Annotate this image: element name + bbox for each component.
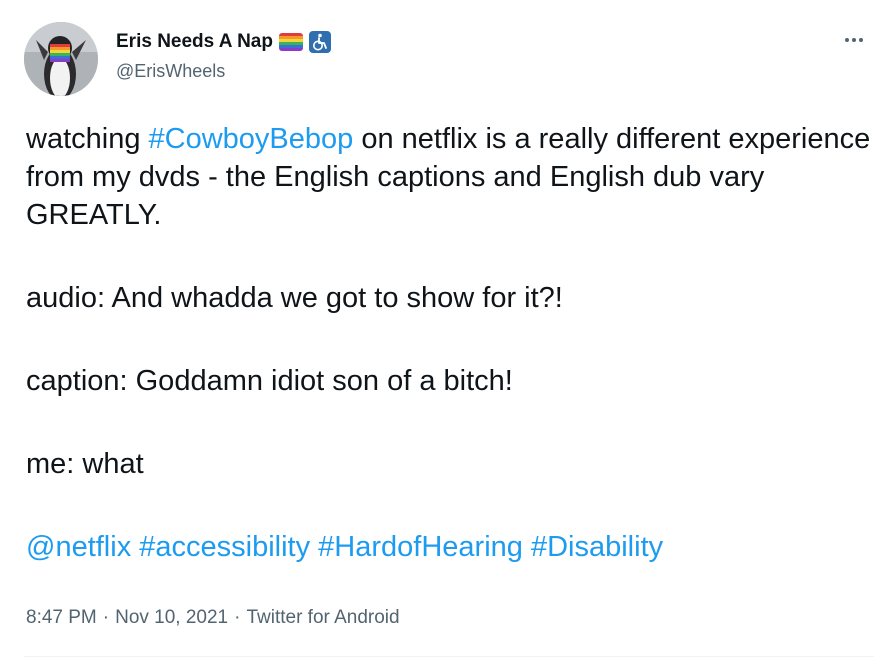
meta-separator: · (102, 607, 110, 628)
hashtag-link-cowboybebop[interactable]: #CowboyBebop (149, 123, 354, 155)
hashtag-link-disability[interactable]: #Disability (531, 531, 663, 563)
mention-link-netflix[interactable]: @netflix (26, 531, 131, 563)
tweet-source[interactable]: Twitter for Android (246, 606, 399, 630)
tweet-time[interactable]: 8:47 PM (26, 606, 97, 630)
tweet-meta: 8:47 PM · Nov 10, 2021 · Twitter for And… (26, 606, 400, 630)
tweet-card: Eris Needs A Nap @ErisWheels watching #C… (0, 0, 894, 662)
intro-text-start: watching (26, 123, 149, 155)
author-display-name[interactable]: Eris Needs A Nap (116, 30, 273, 54)
tweet-paragraph-intro: watching #CowboyBebop on netflix is a re… (26, 120, 876, 234)
wheelchair-icon (308, 31, 331, 53)
author-name-row: Eris Needs A Nap (116, 30, 331, 54)
rainbow-flag-icon (278, 33, 303, 51)
hashtag-link-accessibility[interactable]: #accessibility (139, 531, 310, 563)
meta-separator: · (234, 607, 241, 628)
author-handle[interactable]: @ErisWheels (116, 60, 225, 82)
tweet-date[interactable]: Nov 10, 2021 (115, 606, 228, 630)
divider (24, 656, 874, 657)
avatar[interactable] (24, 22, 98, 96)
tweet-paragraph-audio: audio: And whadda we got to show for it?… (26, 282, 563, 314)
hashtag-link-hardofhearing[interactable]: #HardofHearing (318, 531, 523, 563)
tweet-text: watching #CowboyBebop on netflix is a re… (26, 120, 876, 566)
more-options-icon[interactable] (842, 32, 866, 48)
penguin-avatar-icon (24, 22, 98, 96)
tweet-paragraph-tags: @netflix #accessibility #HardofHearing #… (26, 528, 876, 566)
tweet-paragraph-me: me: what (26, 448, 144, 480)
tweet-paragraph-caption: caption: Goddamn idiot son of a bitch! (26, 365, 513, 397)
